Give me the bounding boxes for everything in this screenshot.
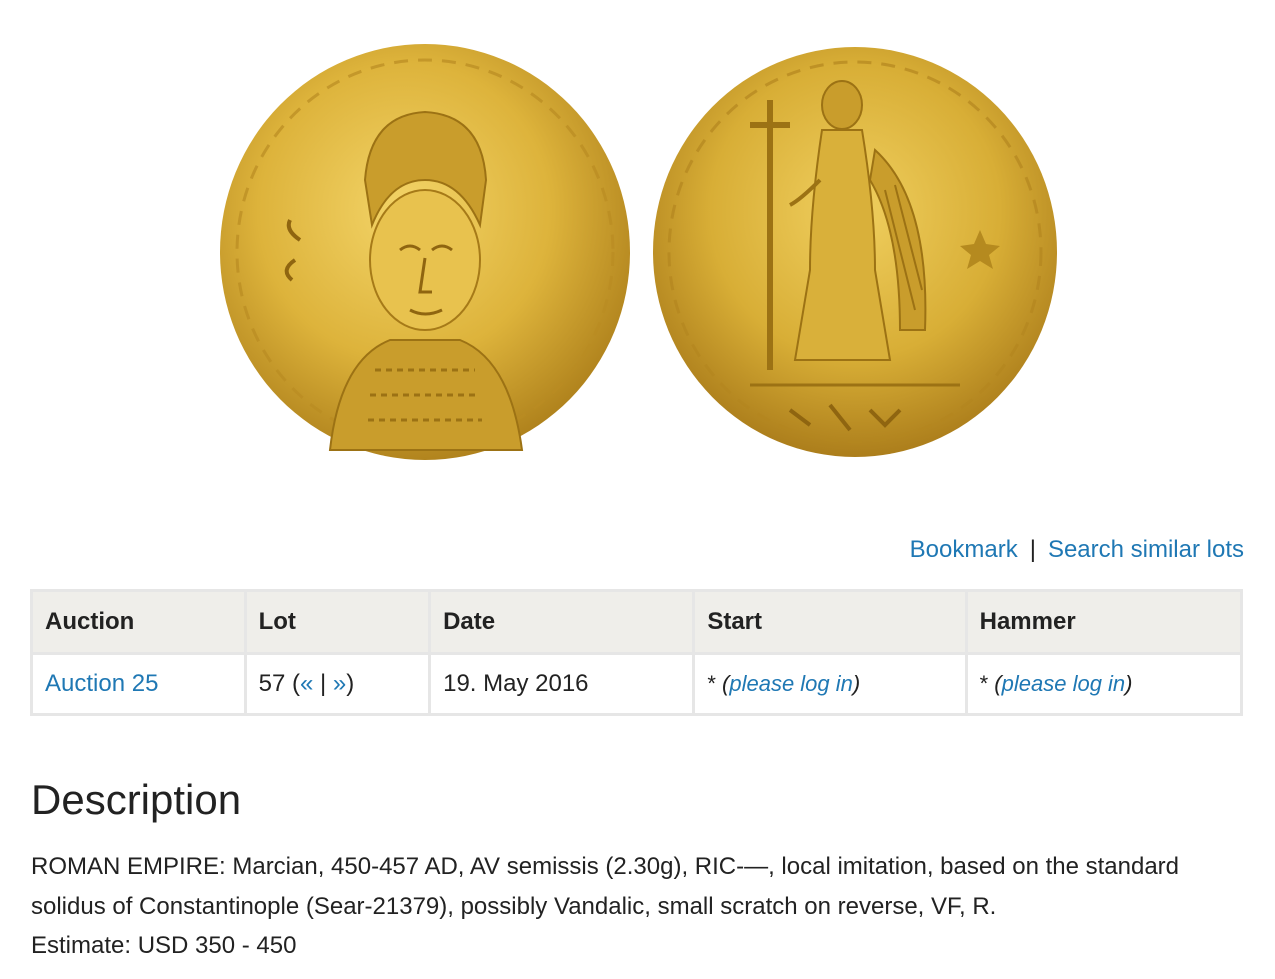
- bookmark-link[interactable]: Bookmark: [910, 536, 1018, 563]
- coin-images: [210, 30, 1070, 480]
- previous-lot-link[interactable]: «: [300, 670, 313, 697]
- column-header-lot: Lot: [243, 589, 432, 655]
- description-text: ROMAN EMPIRE: Marcian, 450-457 AD, AV se…: [31, 853, 1180, 920]
- next-lot-link[interactable]: »: [333, 670, 346, 697]
- date-cell: 19. May 2016: [428, 652, 696, 716]
- lot-nav-separator: |: [320, 670, 327, 697]
- lot-cell: 57 (« | »): [243, 652, 432, 716]
- column-header-date: Date: [428, 589, 696, 655]
- table-row: Auction 25 57 (« | ») 19. May 2016 * (pl…: [30, 652, 1244, 716]
- coin-obverse: [220, 44, 630, 460]
- hammer-cell: * (please log in): [964, 652, 1244, 716]
- start-asterisk: *: [707, 671, 716, 696]
- start-cell: * (please log in): [692, 652, 968, 716]
- estimate-text: Estimate: USD 350 - 450: [31, 932, 297, 959]
- column-header-start: Start: [692, 589, 968, 655]
- search-similar-lots-link[interactable]: Search similar lots: [1048, 536, 1244, 563]
- column-header-auction: Auction: [30, 589, 247, 655]
- auction-cell: Auction 25: [30, 652, 247, 716]
- hammer-asterisk: *: [979, 671, 989, 696]
- coin-image-pair: [220, 44, 1057, 460]
- auction-link[interactable]: Auction 25: [45, 670, 158, 697]
- description-heading: Description: [31, 776, 242, 823]
- hammer-login-link[interactable]: please log in: [1002, 671, 1126, 696]
- coin-reverse: [653, 47, 1057, 457]
- lot-actions: Bookmark | Search similar lots: [910, 535, 1244, 565]
- lot-number: 57: [258, 670, 286, 697]
- links-separator: |: [1029, 536, 1036, 563]
- table-header-row: Auction Lot Date Start Hammer: [30, 589, 1244, 655]
- lot-info-table: Auction Lot Date Start Hammer Auction 25…: [30, 589, 1244, 716]
- column-header-hammer: Hammer: [964, 589, 1244, 655]
- start-login-link[interactable]: please log in: [729, 671, 853, 696]
